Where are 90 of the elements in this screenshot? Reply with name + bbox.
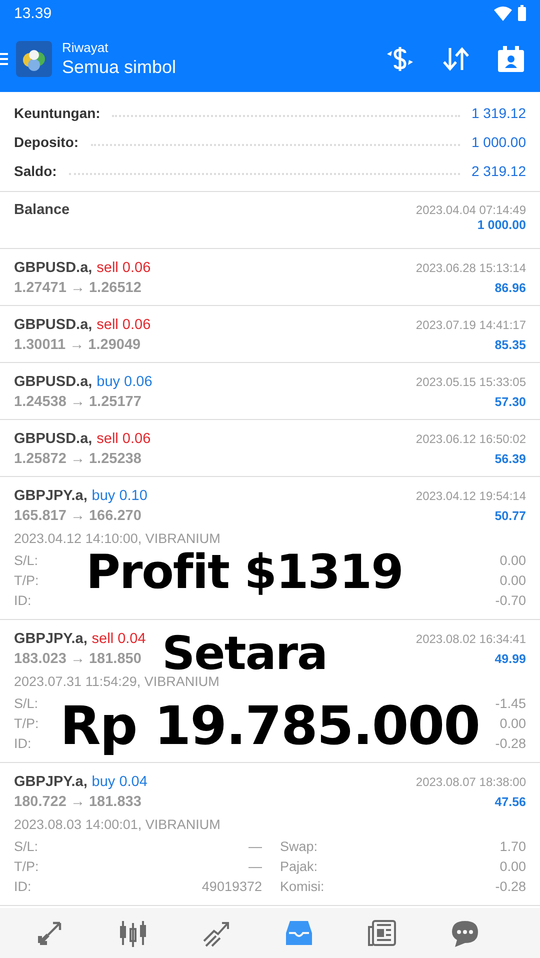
trade-symbol: GBPJPY.a, <box>14 774 88 790</box>
detail-value: -0.28 <box>495 736 526 750</box>
trade-profit: 57.30 <box>494 395 526 409</box>
trade-side: sell 0.04 <box>92 631 146 647</box>
summary-label: Keuntungan: <box>14 104 100 120</box>
trade-prices: 183.023 → 181.850 <box>14 651 142 667</box>
screen-title[interactable]: Semua simbol <box>62 57 386 78</box>
trade-symbol: GBPUSD.a, <box>14 317 92 333</box>
detail-label: ID: <box>14 878 32 894</box>
detail-value: -1.45 <box>495 696 526 710</box>
detail-value: — <box>248 838 262 854</box>
calendar-icon[interactable] <box>498 46 524 72</box>
sort-icon[interactable] <box>442 46 470 72</box>
currency-exchange-icon[interactable] <box>386 45 414 73</box>
detail-label: Swap: <box>280 838 318 854</box>
trade-symbol: GBPJPY.a, <box>14 631 88 647</box>
trade-side: buy 0.10 <box>92 488 148 504</box>
trade-profit: 85.35 <box>494 338 526 352</box>
screen-subtitle: Riwayat <box>62 40 110 55</box>
detail-value: 0.00 <box>500 858 526 874</box>
trade-symbol: GBPUSD.a, <box>14 260 92 276</box>
balance-amount: 1 000.00 <box>477 218 526 232</box>
summary-label: Saldo: <box>14 162 57 178</box>
detail-value: 49019372 <box>202 878 262 894</box>
app-logo-icon <box>16 41 52 77</box>
trade-side: sell 0.06 <box>96 431 151 447</box>
newspaper-icon <box>368 919 396 947</box>
detail-label: S/L: <box>14 838 38 854</box>
trend-line-icon <box>202 919 230 947</box>
trade-profit: 47.56 <box>494 795 526 809</box>
trade-date: 2023.08.02 16:34:41 <box>416 632 526 646</box>
menu-icon[interactable] <box>0 52 8 66</box>
detail-value: 0.00 <box>500 552 526 568</box>
trade-symbol: GBPUSD.a, <box>14 431 92 447</box>
trade-date: 2023.04.12 19:54:14 <box>416 489 526 503</box>
trade-side: buy 0.06 <box>96 374 152 390</box>
trade-date: 2023.06.28 15:13:14 <box>416 261 526 275</box>
detail-value: -0.28 <box>495 878 526 894</box>
trade-profit: 50.77 <box>494 509 526 523</box>
detail-label: T/P: <box>14 858 39 874</box>
detail-value: 0.00 <box>500 572 526 588</box>
detail-label: ID: <box>14 592 32 608</box>
trade-open-time: 2023.08.03 14:00:01, VIBRANIUM <box>14 817 222 832</box>
balance-label: Balance <box>14 202 70 218</box>
detail-value: — <box>248 858 262 874</box>
chat-bubble-icon <box>451 919 479 947</box>
detail-label: S/L: <box>14 552 38 568</box>
trade-prices: 1.25872 → 1.25238 <box>14 451 142 467</box>
trade-prices: 180.722 → 181.833 <box>14 794 142 810</box>
trade-symbol: GBPJPY.a, <box>14 488 88 504</box>
trade-date: 2023.06.12 16:50:02 <box>416 432 526 446</box>
detail-label: T/P: <box>14 716 39 730</box>
candlestick-icon <box>119 919 147 947</box>
trade-profit: 49.99 <box>494 652 526 666</box>
trade-open-time: 2023.07.31 11:54:29, VIBRANIUM <box>14 674 220 689</box>
caption-text: Rp 19.785.000 <box>60 700 480 753</box>
caption-text: Setara <box>162 630 328 676</box>
detail-value: -0.70 <box>495 592 526 608</box>
detail-label: Komisi: <box>280 878 324 894</box>
summary-value: 1 000.00 <box>472 134 526 150</box>
battery-icon <box>518 5 526 21</box>
summary-label: Deposito: <box>14 134 79 150</box>
balance-date: 2023.04.04 07:14:49 <box>416 203 526 217</box>
detail-value: 1.70 <box>500 838 526 854</box>
trade-prices: 1.30011 → 1.29049 <box>14 337 141 353</box>
trade-side: sell 0.06 <box>96 317 151 333</box>
caption-text: Profit $1319 <box>86 549 403 596</box>
summary-value: 2 319.12 <box>472 162 526 178</box>
inbox-tray-icon <box>285 919 313 947</box>
trade-side: sell 0.06 <box>96 260 151 276</box>
trade-prices: 1.24538 → 1.25177 <box>14 394 142 410</box>
trade-date: 2023.05.15 15:33:05 <box>416 375 526 389</box>
detail-label: Pajak: <box>280 858 318 874</box>
detail-label: ID: <box>14 736 32 750</box>
trade-date: 2023.07.19 14:41:17 <box>416 318 526 332</box>
trade-side: buy 0.04 <box>92 774 148 790</box>
detail-value: 0.00 <box>500 716 526 730</box>
trade-profit: 86.96 <box>494 281 526 295</box>
status-time: 13.39 <box>14 4 52 22</box>
trade-symbol: GBPUSD.a, <box>14 374 92 390</box>
trade-date: 2023.08.07 18:38:00 <box>416 775 526 789</box>
trade-prices: 165.817 → 166.270 <box>14 508 142 524</box>
summary-value: 1 319.12 <box>472 104 526 120</box>
detail-label: S/L: <box>14 696 38 710</box>
trade-open-time: 2023.04.12 14:10:00, VIBRANIUM <box>14 531 222 546</box>
trade-prices: 1.27471 → 1.26512 <box>14 280 142 296</box>
detail-label: T/P: <box>14 572 39 588</box>
trade-profit: 56.39 <box>494 452 526 466</box>
double-arrow-icon <box>36 919 64 947</box>
wifi-icon <box>494 6 512 20</box>
